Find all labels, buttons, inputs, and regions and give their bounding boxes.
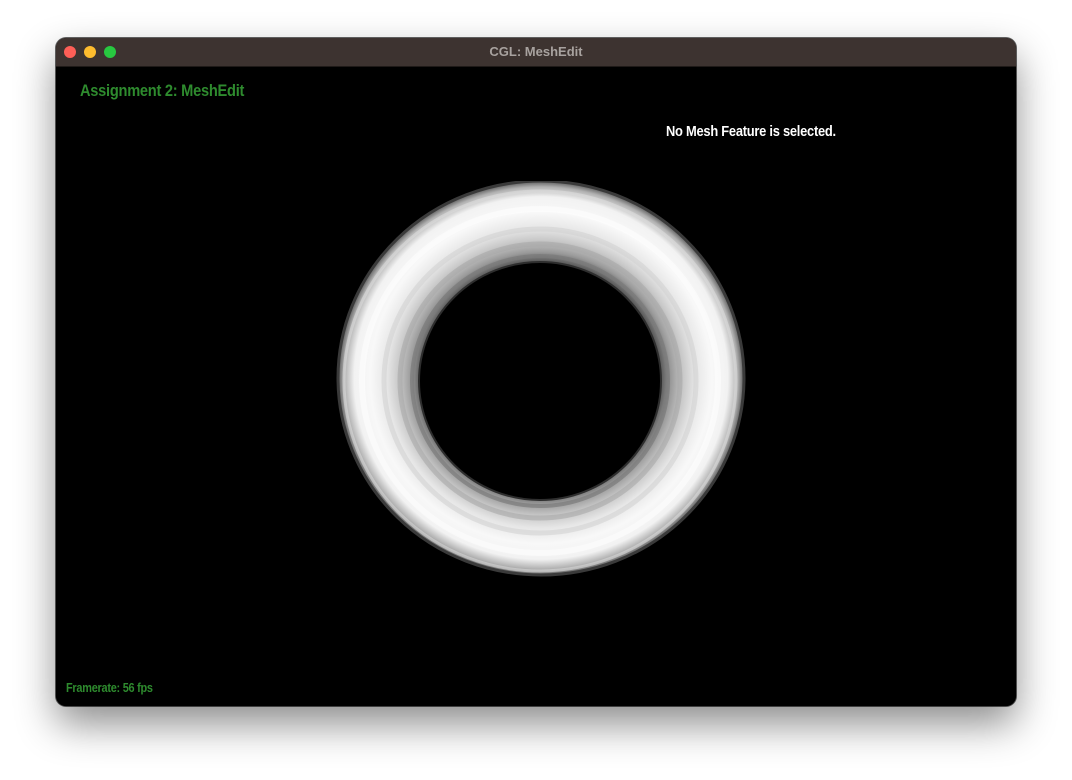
assignment-title: Assignment 2: MeshEdit	[80, 81, 245, 100]
framerate-readout: Framerate: 56 fps	[66, 680, 153, 695]
title-bar[interactable]: CGL: MeshEdit	[56, 38, 1016, 67]
app-window: CGL: MeshEdit Assignment 2: MeshEdit No …	[56, 38, 1016, 706]
window-title: CGL: MeshEdit	[489, 44, 583, 59]
maximize-window-icon[interactable]	[104, 46, 116, 58]
gl-viewport[interactable]: Assignment 2: MeshEdit No Mesh Feature i…	[56, 67, 1016, 706]
selection-status: No Mesh Feature is selected.	[666, 123, 836, 140]
minimize-window-icon[interactable]	[84, 46, 96, 58]
close-window-icon[interactable]	[64, 46, 76, 58]
torus-mesh[interactable]	[326, 181, 756, 611]
torus-hole	[418, 261, 662, 501]
